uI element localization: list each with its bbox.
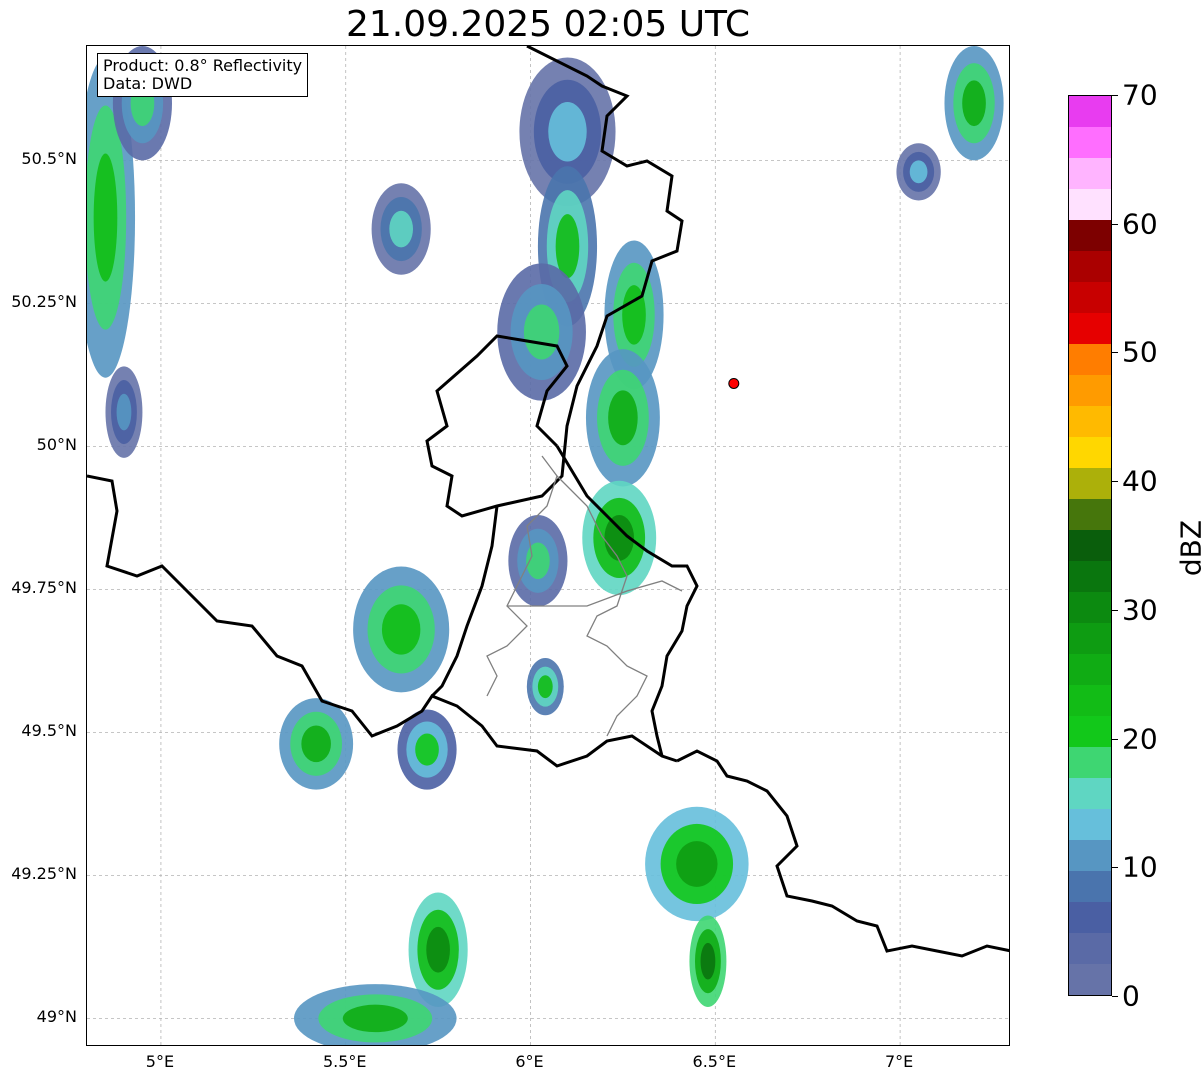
- colorbar-segment: [1069, 902, 1111, 933]
- colorbar-tick-label: 30: [1122, 593, 1158, 627]
- radar-site-layer: [728, 377, 740, 389]
- colorbar-segment: [1069, 127, 1111, 158]
- data-source-label: Data: DWD: [103, 74, 193, 93]
- colorbar-segment: [1069, 964, 1111, 995]
- colorbar-tick: [1112, 996, 1118, 997]
- colorbar-tick: [1112, 609, 1118, 611]
- echo-cell: [93, 153, 118, 282]
- colorbar-segment: [1069, 561, 1111, 592]
- colorbar-segment: [1069, 437, 1111, 468]
- map-canvas: [87, 46, 1009, 1045]
- colorbar-tick-label: 40: [1122, 464, 1158, 498]
- colorbar-segment: [1069, 499, 1111, 530]
- colorbar-tick: [1112, 738, 1118, 740]
- latitude-label: 49.5°N: [21, 721, 77, 741]
- longitude-label: 5.5°E: [322, 1052, 367, 1071]
- latitude-label: 50.5°N: [21, 149, 77, 169]
- latitude-label: 50.25°N: [11, 292, 77, 312]
- colorbar-segment: [1069, 871, 1111, 902]
- colorbar-segment: [1069, 189, 1111, 220]
- colorbar-segment: [1069, 313, 1111, 344]
- echo-cell: [116, 393, 132, 431]
- colorbar-segment: [1069, 406, 1111, 437]
- echo-cell: [608, 390, 638, 446]
- echo-cell: [415, 733, 439, 766]
- colorbar-segment: [1069, 220, 1111, 251]
- colorbar-tick-label: 10: [1122, 850, 1158, 884]
- echo-cell: [426, 926, 450, 973]
- colorbar-tick: [1112, 481, 1118, 483]
- colorbar-segment: [1069, 778, 1111, 809]
- colorbar-tick: [1112, 867, 1118, 869]
- colorbar-segment: [1069, 375, 1111, 406]
- colorbar-segment: [1069, 809, 1111, 840]
- longitude-label: 6°E: [515, 1052, 544, 1071]
- echo-cell: [548, 102, 587, 162]
- colorbar: [1068, 95, 1112, 996]
- echo-cell: [700, 942, 716, 980]
- colorbar-segment: [1069, 468, 1111, 499]
- longitude-label: 6.5°E: [692, 1052, 737, 1071]
- echo-cell: [342, 1004, 408, 1033]
- info-box: Product: 0.8° Reflectivity Data: DWD: [97, 53, 309, 97]
- reflectivity-echoes: [87, 46, 1004, 1045]
- radar-map[interactable]: [86, 45, 1010, 1046]
- echo-cell: [962, 80, 986, 127]
- product-label: Product: 0.8° Reflectivity: [103, 56, 303, 75]
- colorbar-segment: [1069, 623, 1111, 654]
- colorbar-tick: [1112, 95, 1118, 96]
- longitude-label: 7°E: [884, 1052, 914, 1071]
- longitude-label: 5°E: [145, 1052, 175, 1071]
- colorbar-segment: [1069, 251, 1111, 282]
- colorbar-segment: [1069, 282, 1111, 313]
- latitude-label: 49°N: [36, 1007, 77, 1027]
- admin-lines: [486, 455, 683, 737]
- colorbar-segment: [1069, 933, 1111, 964]
- colorbar-tick-label: 0: [1122, 979, 1140, 1013]
- echo-cell: [381, 604, 421, 655]
- colorbar-tick-label: 70: [1122, 78, 1158, 112]
- colorbar-tick: [1112, 223, 1118, 225]
- colorbar-segment: [1069, 716, 1111, 747]
- colorbar-segment: [1069, 96, 1111, 127]
- colorbar-segment: [1069, 840, 1111, 871]
- colorbar-tick-label: 20: [1122, 722, 1158, 756]
- echo-cell: [301, 725, 331, 763]
- colorbar-segment: [1069, 344, 1111, 375]
- latitude-label: 49.75°N: [11, 578, 77, 598]
- colorbar-segment: [1069, 654, 1111, 685]
- map-title: 21.09.2025 02:05 UTC: [345, 4, 751, 45]
- colorbar-tick: [1112, 352, 1118, 354]
- echo-cell: [909, 160, 928, 184]
- colorbar-segment: [1069, 592, 1111, 623]
- echo-cell: [389, 210, 413, 248]
- colorbar-tick-label: 50: [1122, 335, 1158, 369]
- echo-cell: [523, 304, 560, 360]
- colorbar-segment: [1069, 530, 1111, 561]
- echo-cell: [537, 675, 553, 699]
- radar-site-marker[interactable]: [728, 377, 740, 389]
- echo-cell: [555, 214, 580, 279]
- colorbar-segment: [1069, 158, 1111, 189]
- colorbar-segment: [1069, 685, 1111, 716]
- colorbar-unit-label: dBZ: [1174, 519, 1202, 577]
- colorbar-segment: [1069, 747, 1111, 778]
- colorbar-tick-label: 60: [1122, 207, 1158, 241]
- latitude-label: 50°N: [36, 435, 77, 455]
- echo-cell: [676, 841, 718, 887]
- latitude-label: 49.25°N: [11, 864, 77, 884]
